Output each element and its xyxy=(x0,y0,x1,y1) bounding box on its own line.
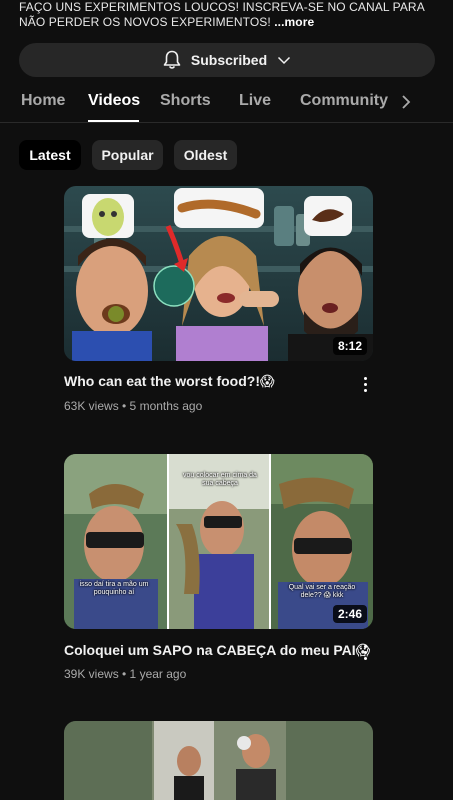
video-thumbnail[interactable] xyxy=(64,721,373,800)
chevron-right-icon[interactable] xyxy=(400,94,412,115)
video-card[interactable]: 8:12 Who can eat the worst food?!😱 63K v… xyxy=(64,186,373,413)
active-tab-indicator xyxy=(88,120,139,122)
thumbnail-caption: vou colocar em cima da sua cabeça xyxy=(183,472,257,487)
video-thumbnail[interactable]: 8:12 xyxy=(64,186,373,361)
subscribed-button[interactable]: Subscribed xyxy=(19,43,435,77)
more-options-icon[interactable] xyxy=(361,377,369,395)
more-options-icon[interactable] xyxy=(361,645,369,663)
channel-tabs: Home Videos Shorts Live Community xyxy=(0,82,453,123)
video-duration: 8:12 xyxy=(332,337,367,355)
subscribed-label: Subscribed xyxy=(190,52,268,68)
tab-community[interactable]: Community xyxy=(300,92,388,110)
tab-live[interactable]: Live xyxy=(239,92,271,110)
video-card[interactable]: isso daí tira a mão um pouquinho aí vou … xyxy=(64,454,373,681)
video-meta: 63K views • 5 months ago xyxy=(64,399,203,413)
tab-videos[interactable]: Videos xyxy=(88,92,140,110)
thumbnail-caption: Qual vai ser a reação dele?? 😱 kkk xyxy=(288,584,356,599)
thumbnail-image xyxy=(64,721,373,800)
filter-chip-oldest[interactable]: Oldest xyxy=(174,140,237,170)
video-title[interactable]: Who can eat the worst food?!😱 xyxy=(64,373,275,390)
more-link[interactable]: ...more xyxy=(274,15,314,29)
filter-chip-latest[interactable]: Latest xyxy=(19,140,81,170)
filter-chip-popular[interactable]: Popular xyxy=(92,140,163,170)
thumbnail-caption: isso daí tira a mão um pouquinho aí xyxy=(79,581,149,596)
channel-description-text: FAÇO UNS EXPERIMENTOS LOUCOS! INSCREVA-S… xyxy=(19,0,425,29)
bell-icon xyxy=(163,50,181,70)
video-title[interactable]: Coloquei um SAPO na CABEÇA do meu PAI😱 xyxy=(64,642,370,659)
thumbnail-image xyxy=(64,186,373,361)
channel-description: FAÇO UNS EXPERIMENTOS LOUCOS! INSCREVA-S… xyxy=(19,0,439,30)
tab-shorts[interactable]: Shorts xyxy=(160,92,211,110)
video-meta: 39K views • 1 year ago xyxy=(64,667,187,681)
video-card[interactable] xyxy=(64,721,373,800)
chevron-down-icon xyxy=(277,55,291,65)
video-thumbnail[interactable]: isso daí tira a mão um pouquinho aí vou … xyxy=(64,454,373,629)
tab-home[interactable]: Home xyxy=(21,92,65,110)
video-duration: 2:46 xyxy=(332,605,367,623)
